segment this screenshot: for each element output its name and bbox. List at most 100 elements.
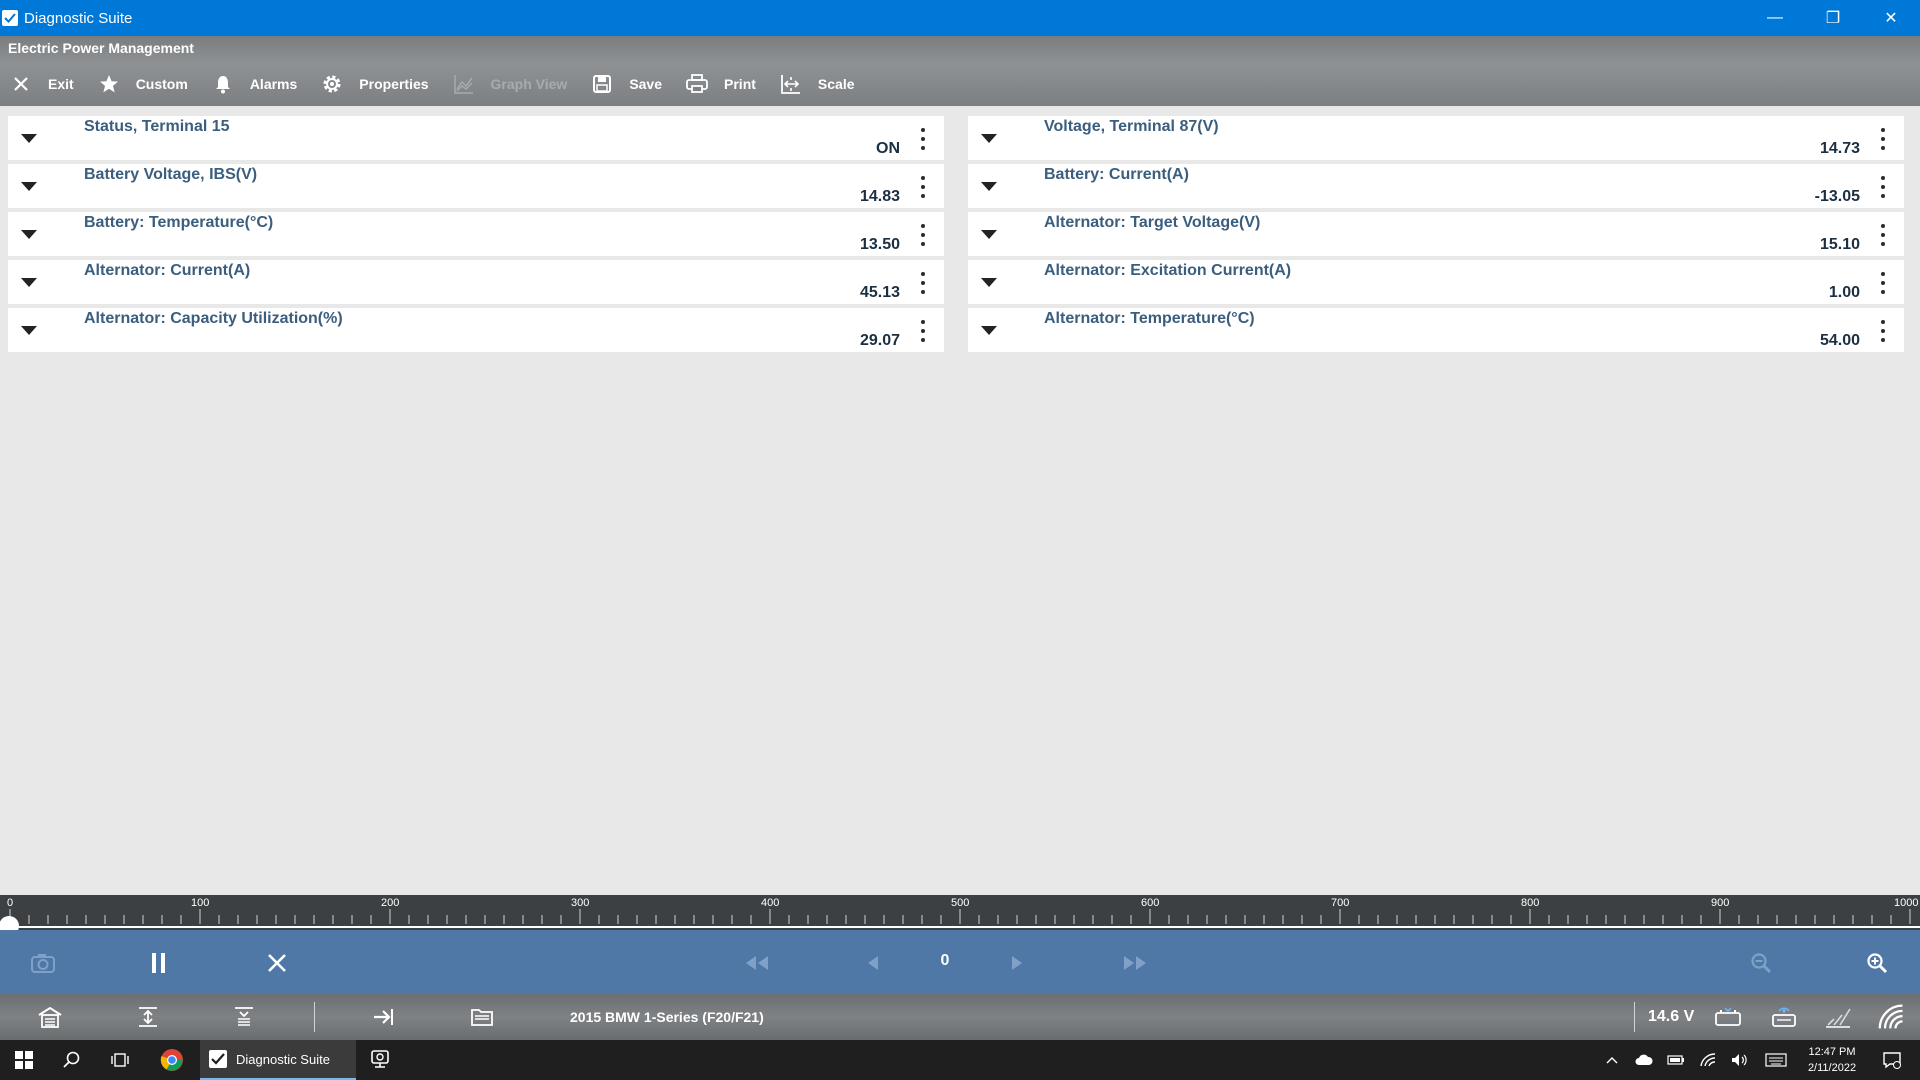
divider — [314, 1002, 315, 1032]
line-graph-icon — [453, 73, 475, 95]
graph-view-label: Graph View — [490, 76, 568, 92]
battery-voltage-readout: 14.6 V — [1648, 1008, 1695, 1025]
parameter-column-right: Voltage, Terminal 87(V) 14.73 Battery: C… — [968, 116, 1904, 356]
notifications-icon[interactable] — [1878, 1040, 1906, 1080]
expand-arrow-icon[interactable] — [18, 272, 40, 294]
collapse-list-icon[interactable] — [230, 1004, 258, 1030]
vci-battery-icon[interactable] — [1714, 1004, 1742, 1030]
ruler-tick-label: 600 — [1141, 897, 1160, 909]
save-label: Save — [629, 76, 663, 92]
expand-arrow-icon[interactable] — [18, 128, 40, 150]
parameter-value: 15.10 — [1819, 236, 1860, 253]
restore-button[interactable]: ❐ — [1804, 0, 1862, 36]
parameter-label: Alternator: Temperature(°C) — [1044, 310, 1255, 327]
save-button[interactable]: Save — [581, 66, 676, 102]
wifi-icon[interactable] — [1694, 1040, 1722, 1080]
parameter-label: Voltage, Terminal 87(V) — [1044, 118, 1219, 135]
parameter-column-left: Status, Terminal 15 ON Battery Voltage, … — [8, 116, 944, 356]
expand-all-icon[interactable] — [134, 1004, 162, 1030]
task-view-icon[interactable] — [96, 1040, 144, 1080]
clock-time: 12:47 PM — [1808, 1046, 1856, 1058]
scale-button[interactable]: Scale — [770, 66, 869, 102]
snapshot-camera-icon[interactable] — [28, 948, 58, 978]
system-clock[interactable]: 12:47 PM 2/11/2022 — [1796, 1044, 1868, 1076]
expand-arrow-icon[interactable] — [18, 176, 40, 198]
bell-icon — [212, 73, 234, 95]
parameter-label: Alternator: Target Voltage(V) — [1044, 214, 1261, 231]
exit-button[interactable]: Exit — [0, 66, 88, 102]
parameter-value: 1.00 — [1828, 284, 1860, 301]
save-icon — [591, 73, 613, 95]
keyboard-icon[interactable] — [1762, 1040, 1790, 1080]
expand-arrow-icon[interactable] — [978, 176, 1000, 198]
parameter-row: Battery Voltage, IBS(V) 14.83 — [8, 164, 944, 208]
close-window-button[interactable]: ✕ — [1862, 0, 1920, 36]
parameter-label: Alternator: Excitation Current(A) — [1044, 262, 1292, 279]
timeline-ruler[interactable]: 0 100 200 300 400 500 600 700 800 900 1000 — [0, 895, 1920, 930]
battery-icon[interactable] — [1662, 1040, 1690, 1080]
print-button[interactable]: Print — [676, 66, 770, 102]
app-logo-icon — [209, 1050, 227, 1068]
more-options-icon[interactable] — [918, 126, 928, 152]
parameter-row: Alternator: Temperature(°C) 54.00 — [968, 308, 1904, 352]
rewind-fast-icon[interactable] — [742, 948, 772, 978]
parameter-value: 14.73 — [1819, 140, 1860, 157]
custom-label: Custom — [135, 76, 188, 92]
scale-icon — [780, 73, 802, 95]
step-back-icon[interactable] — [858, 948, 888, 978]
parameter-label: Status, Terminal 15 — [84, 118, 230, 135]
parameter-label: Battery: Temperature(°C) — [84, 214, 274, 231]
more-options-icon[interactable] — [1878, 126, 1888, 152]
expand-arrow-icon[interactable] — [978, 128, 1000, 150]
more-options-icon[interactable] — [918, 174, 928, 200]
expand-arrow-icon[interactable] — [18, 224, 40, 246]
search-icon[interactable] — [48, 1040, 96, 1080]
exit-label: Exit — [48, 76, 74, 92]
export-arrow-icon[interactable] — [370, 1004, 398, 1030]
gear-icon — [321, 73, 343, 95]
more-options-icon[interactable] — [918, 222, 928, 248]
vci-wireless-icon[interactable] — [1770, 1004, 1798, 1030]
parameter-row: Battery: Temperature(°C) 13.50 — [8, 212, 944, 256]
graph-view-button[interactable]: Graph View — [443, 66, 582, 102]
parameter-row: Alternator: Excitation Current(A) 1.00 — [968, 260, 1904, 304]
forward-fast-icon[interactable] — [1120, 948, 1150, 978]
more-options-icon[interactable] — [1878, 270, 1888, 296]
zoom-in-icon[interactable] — [1862, 948, 1892, 978]
more-options-icon[interactable] — [918, 270, 928, 296]
signal-strength-icon[interactable] — [1824, 1004, 1852, 1030]
step-forward-icon[interactable] — [1002, 948, 1032, 978]
stop-close-button[interactable] — [262, 948, 292, 978]
volume-icon[interactable] — [1726, 1040, 1754, 1080]
expand-arrow-icon[interactable] — [18, 320, 40, 342]
expand-arrow-icon[interactable] — [978, 320, 1000, 342]
ruler-tick-label: 900 — [1711, 897, 1730, 909]
onedrive-cloud-icon[interactable] — [1630, 1040, 1658, 1080]
more-options-icon[interactable] — [1878, 222, 1888, 248]
home-garage-icon[interactable] — [36, 1004, 64, 1030]
parameter-value: 29.07 — [859, 332, 900, 349]
custom-button[interactable]: Custom — [88, 66, 202, 102]
chrome-browser-icon[interactable] — [148, 1040, 196, 1080]
taskbar-diagnostic-suite[interactable]: Diagnostic Suite — [200, 1040, 356, 1080]
ruler-tick-label: 0 — [7, 897, 14, 909]
expand-arrow-icon[interactable] — [978, 272, 1000, 294]
alarms-button[interactable]: Alarms — [202, 66, 311, 102]
minimize-button[interactable]: — — [1746, 0, 1804, 36]
chevron-up-icon[interactable] — [1598, 1040, 1626, 1080]
pause-button[interactable] — [144, 948, 174, 978]
taskbar-app-label: Diagnostic Suite — [236, 1051, 330, 1067]
network-tool-icon[interactable] — [356, 1040, 404, 1080]
more-options-icon[interactable] — [1878, 318, 1888, 344]
more-options-icon[interactable] — [1878, 174, 1888, 200]
folder-icon[interactable] — [468, 1004, 496, 1030]
divider — [1634, 1002, 1635, 1032]
zoom-out-icon[interactable] — [1746, 948, 1776, 978]
expand-arrow-icon[interactable] — [978, 224, 1000, 246]
properties-button[interactable]: Properties — [311, 66, 442, 102]
parameter-label: Alternator: Capacity Utilization(%) — [84, 310, 343, 327]
parameter-label: Alternator: Current(A) — [84, 262, 251, 279]
more-options-icon[interactable] — [918, 318, 928, 344]
wifi-connection-icon[interactable] — [1878, 1004, 1906, 1030]
windows-start-icon[interactable] — [0, 1040, 48, 1080]
